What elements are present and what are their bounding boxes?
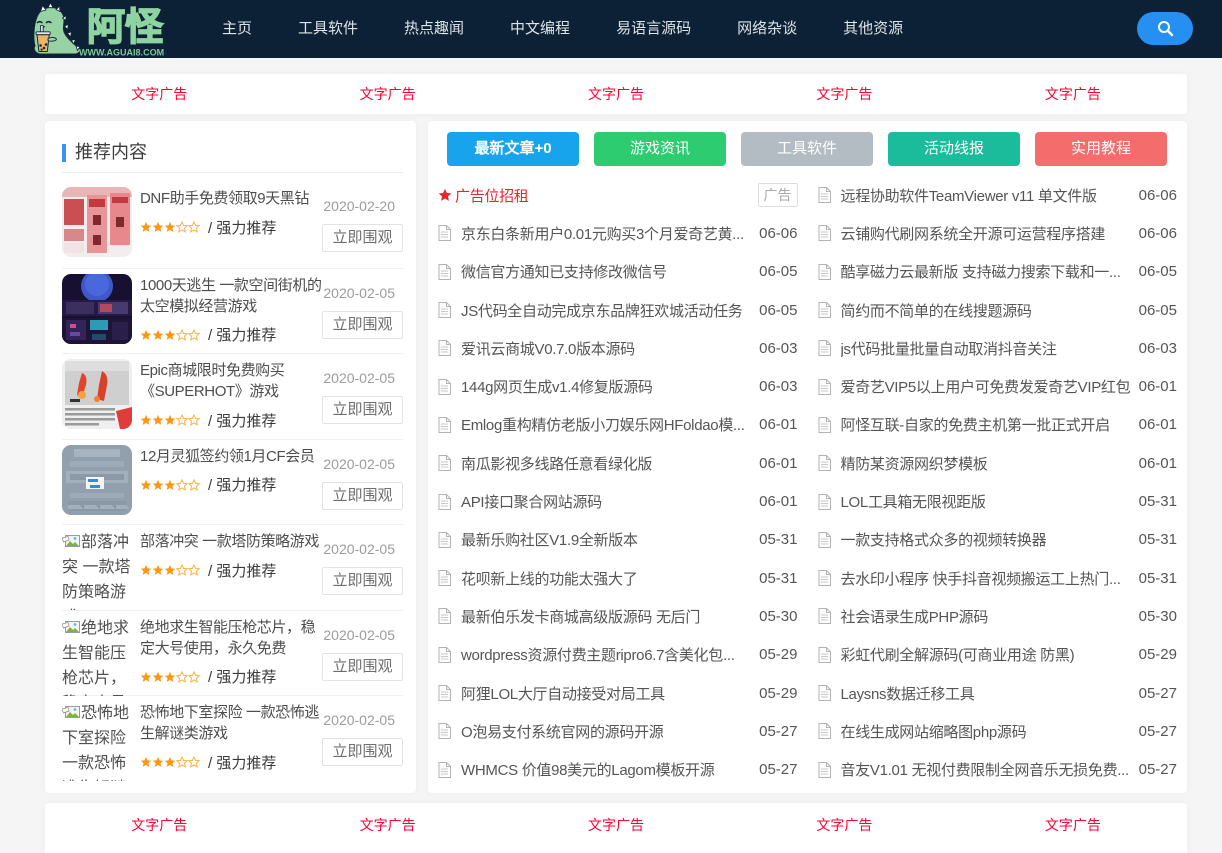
svg-text:WWW.AGUAI8.COM: WWW.AGUAI8.COM bbox=[79, 47, 164, 57]
svg-text:阿怪: 阿怪 bbox=[87, 7, 164, 49]
